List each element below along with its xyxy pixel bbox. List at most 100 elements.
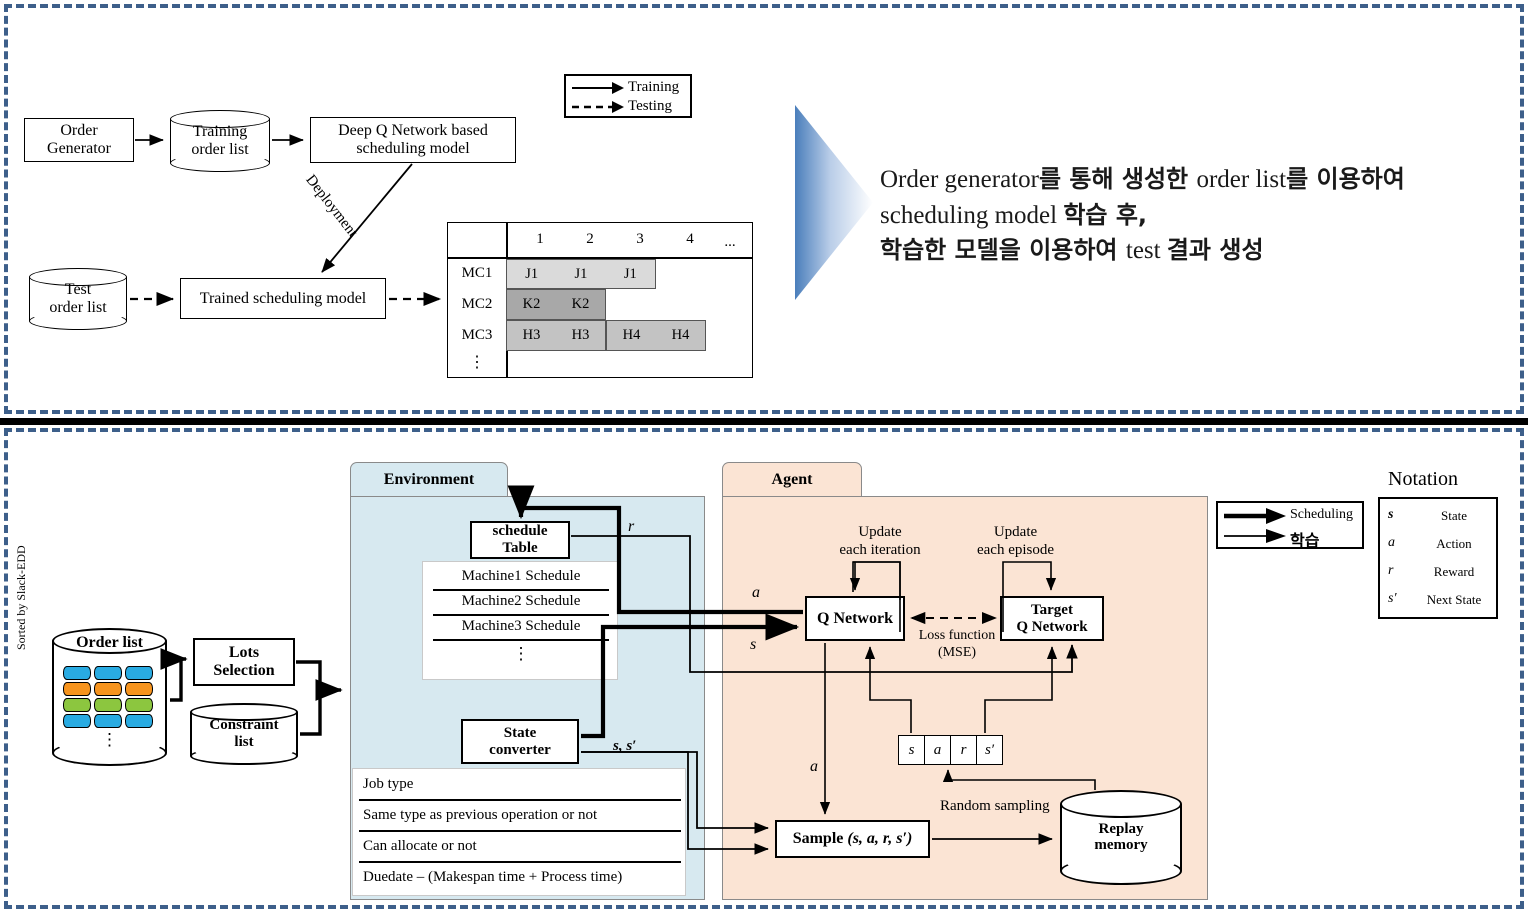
loss-line2: (MSE) xyxy=(937,644,977,660)
tuple-cell-a: a xyxy=(924,735,951,765)
callout-l2-b: 학습 후, xyxy=(1063,200,1148,229)
legend-label-training: Training xyxy=(628,79,680,95)
gantt-row-mc2: MC2 xyxy=(461,296,493,312)
training-order-list-cylinder: Training order list xyxy=(170,110,270,172)
gantt-bar-h4-c2: H4 xyxy=(671,327,690,343)
training-order-list-line2: order list xyxy=(191,141,249,158)
callout-line-1: Order generator를 통해 생성한 order list를 이용하여 xyxy=(880,162,1490,198)
sample-box: Sample (s, a, r, s′) xyxy=(775,820,930,858)
testing-arrow-icon xyxy=(572,101,624,113)
target-q-line2: Q Network xyxy=(1016,618,1088,635)
agent-title: Agent xyxy=(771,470,813,488)
constraint-list-cylinder: Constraint list xyxy=(190,703,298,765)
state-feature-1: Job type xyxy=(363,776,414,792)
arrow-legend: Scheduling 학습 xyxy=(1216,501,1364,550)
callout-line-2: scheduling model 학습 후, xyxy=(880,198,1490,234)
notation-meaning-a: Action xyxy=(1436,536,1472,551)
notation-table: s State a Action r Reward s′ Next State xyxy=(1378,497,1498,619)
update-q-network-label: Update each iteration xyxy=(820,524,940,559)
machine-schedule-2: Machine2 Schedule xyxy=(461,593,581,609)
lots-selection-box: Lots Selection xyxy=(193,638,295,686)
callout-l3-c: 결과 생성 xyxy=(1166,236,1264,264)
gantt-bar-k2-c1: K2 xyxy=(522,296,541,312)
gantt-bar-h3: H3 H3 xyxy=(506,320,606,351)
replay-memory-line1: Replay xyxy=(1098,820,1144,837)
gantt-col-ellipsis: ... xyxy=(724,234,736,250)
gantt-bar-k2: K2 K2 xyxy=(506,289,606,320)
order-generator-line1: Order xyxy=(60,122,98,140)
test-order-list-line2: order list xyxy=(49,299,107,316)
schedule-table-box: schedule Table xyxy=(470,521,570,559)
flow-legend: Training Testing xyxy=(564,74,692,118)
q-network-label: Q Network xyxy=(817,609,893,627)
environment-tab: Environment xyxy=(350,462,508,496)
notation-symbol-s-next: s′ xyxy=(1388,591,1397,606)
order-list-title: Order list xyxy=(76,634,143,651)
state-converter-box: State converter xyxy=(461,719,579,764)
sorted-by-label: Sorted by Slack-EDD xyxy=(14,545,28,650)
training-arrow-icon xyxy=(572,82,624,94)
tuple-cell-s: s xyxy=(898,735,925,765)
state-feature-2: Same type as previous operation or not xyxy=(363,807,598,823)
order-list-ellipsis: ⋮ xyxy=(101,730,118,749)
gantt-bar-h3-c2: H3 xyxy=(571,327,590,343)
gantt-row-mc1: MC1 xyxy=(461,265,493,281)
gantt-bar-h3-c1: H3 xyxy=(522,327,541,343)
callout-arrow-icon xyxy=(795,105,873,300)
random-sampling-label: Random sampling xyxy=(940,798,1050,814)
gantt-row-mc3: MC3 xyxy=(461,327,493,343)
replay-memory-line2: memory xyxy=(1094,837,1148,854)
sample-tuple: (s, a, r, s′) xyxy=(847,830,913,848)
label-reward-r: r xyxy=(628,518,635,535)
environment-title: Environment xyxy=(383,470,475,488)
callout-l1-d: 를 이용하여 xyxy=(1286,165,1405,193)
scheduling-arrow-icon xyxy=(1224,508,1286,524)
replay-memory-cylinder: Replay memory xyxy=(1060,790,1182,885)
label-state-in: s xyxy=(750,636,757,653)
callout-text: Order generator를 통해 생성한 order list를 이용하여… xyxy=(880,162,1490,269)
order-generator-line2: Generator xyxy=(47,140,111,157)
gantt-bar-j1-c1: J1 xyxy=(525,265,539,282)
update-target-line2: each episode xyxy=(976,541,1055,558)
gantt-row-ellipsis: ⋮ xyxy=(469,354,485,371)
gantt-bar-k2-c2: K2 xyxy=(571,296,590,312)
learning-arrow-icon xyxy=(1224,529,1286,543)
callout-line-3: 학습한 모델을 이용하여 test 결과 생성 xyxy=(880,233,1490,269)
constraint-list-line1: Constraint xyxy=(209,717,279,734)
trained-scheduling-model-box: Trained scheduling model xyxy=(180,278,386,319)
transition-tuple: s a r s′ xyxy=(898,735,1003,765)
schedule-table-line1: schedule xyxy=(492,523,548,540)
schedule-table-line2: Table xyxy=(502,540,538,556)
callout-l3-b: test xyxy=(1125,237,1167,264)
gantt-bar-h4: H4 H4 xyxy=(606,320,706,351)
q-network-box: Q Network xyxy=(805,596,905,641)
label-action-down: a xyxy=(810,758,818,775)
panel-divider xyxy=(0,418,1528,425)
loss-line1: Loss function xyxy=(918,628,996,643)
tuple-cell-r: r xyxy=(950,735,977,765)
machine-schedule-3: Machine3 Schedule xyxy=(461,618,581,634)
state-feature-list: Job type Same type as previous operation… xyxy=(352,768,686,896)
notation-meaning-s-next: Next State xyxy=(1426,592,1482,607)
dqn-scheduling-model-box: Deep Q Network based scheduling model xyxy=(310,117,516,163)
callout-l1-c: order list xyxy=(1196,166,1287,193)
notation-symbol-s: s xyxy=(1388,507,1394,522)
gantt-bar-h4-c1: H4 xyxy=(622,327,641,343)
notation-meaning-s: State xyxy=(1441,508,1467,523)
label-action-in: a xyxy=(752,584,760,601)
callout-l2-a: scheduling model xyxy=(880,201,1064,229)
gantt-col-3: 3 xyxy=(636,231,644,247)
target-q-network-box: Target Q Network xyxy=(1000,596,1104,641)
gantt-col-4: 4 xyxy=(686,231,694,247)
notation-symbol-r: r xyxy=(1388,563,1394,578)
legend-label-scheduling: Scheduling xyxy=(1290,507,1353,522)
test-order-list-cylinder: Test order list xyxy=(29,268,127,330)
state-converter-line1: State xyxy=(503,724,537,741)
update-target-label: Update each episode xyxy=(953,524,1078,559)
lots-selection-line2: Selection xyxy=(213,662,275,679)
lots-selection-line1: Lots xyxy=(228,644,260,662)
target-q-line1: Target xyxy=(1031,601,1073,618)
loss-function-label: Loss function (MSE) xyxy=(902,628,1012,662)
test-order-list-line1: Test xyxy=(64,281,92,299)
state-feature-3: Can allocate or not xyxy=(363,838,477,854)
